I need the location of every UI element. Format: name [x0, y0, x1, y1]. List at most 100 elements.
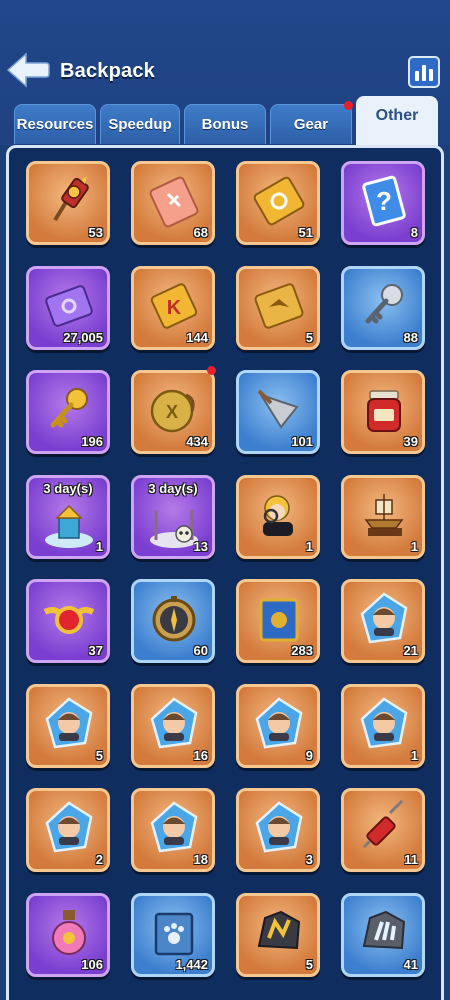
item-quantity: 37	[88, 643, 103, 658]
item-grid: 53 68 51? 8 27,005 K 144 5 88 196 X 434 101 39 3 day(s…	[9, 148, 441, 1000]
gold-k-ticket-icon: K	[146, 277, 202, 333]
back-arrow-icon[interactable]	[6, 52, 50, 88]
item-slot[interactable]: 37	[26, 579, 110, 663]
tab-resources[interactable]: Resources	[14, 104, 96, 144]
tab-other[interactable]: Other	[356, 96, 438, 146]
item-quantity: 27,005	[63, 329, 103, 345]
silver-ore-icon	[356, 904, 412, 960]
item-quantity: 106	[81, 956, 103, 972]
pink-potion-icon	[41, 904, 97, 960]
item-slot[interactable]: 9	[236, 683, 320, 768]
tab-label: Bonus	[201, 116, 249, 133]
page-title: Backpack	[60, 60, 155, 82]
item-slot[interactable]: 101	[236, 370, 320, 454]
item-quantity: 18	[193, 852, 208, 867]
tab-bonus[interactable]: Bonus	[184, 104, 266, 144]
tab-speedup[interactable]: Speedup	[100, 104, 180, 144]
notification-dot	[207, 366, 216, 375]
item-slot[interactable]: 3	[236, 788, 320, 872]
mystery-card-icon: ?	[356, 172, 412, 228]
item-slot[interactable]: 68	[131, 161, 215, 245]
paw-book-icon	[146, 904, 202, 960]
silver-key-icon	[356, 277, 412, 333]
item-quantity: 53	[88, 225, 103, 240]
svg-text:X: X	[166, 402, 178, 422]
hero-shard-icon	[251, 695, 307, 751]
hero-shard-icon	[356, 695, 412, 751]
tab-label: Other	[375, 107, 419, 124]
item-quantity: 11	[404, 852, 418, 867]
hero-shard-icon	[146, 799, 202, 855]
item-quantity: 1	[305, 538, 313, 554]
item-slot[interactable]: 39	[341, 370, 425, 454]
item-slot[interactable]: 27,005	[26, 265, 110, 350]
item-slot[interactable]: X 434	[131, 370, 215, 454]
item-slot[interactable]: 2	[26, 788, 110, 872]
item-slot[interactable]: 5	[26, 683, 110, 768]
item-quantity: 41	[403, 956, 418, 972]
item-slot[interactable]: ? 8	[341, 161, 425, 245]
tab-bar: Resources Speedup Bonus Gear Other	[12, 96, 438, 146]
item-slot[interactable]: K 144	[131, 265, 215, 350]
item-slot[interactable]: 3 day(s) 13	[131, 474, 215, 559]
purple-ticket-icon	[41, 277, 97, 333]
item-slot[interactable]: 3 day(s) 1	[26, 474, 110, 559]
item-quantity: 13	[193, 538, 208, 554]
item-quantity: 1	[95, 538, 103, 554]
item-slot[interactable]: 16	[131, 683, 215, 768]
tab-label: Speedup	[108, 116, 172, 133]
winged-medal-icon	[41, 590, 97, 646]
hero-shard-icon	[356, 590, 412, 646]
item-slot[interactable]: 60	[131, 579, 215, 663]
item-slot[interactable]: 11	[341, 788, 425, 872]
item-slot[interactable]: 18	[131, 788, 215, 872]
item-slot[interactable]: 51	[236, 161, 320, 245]
item-quantity: 68	[193, 225, 208, 240]
item-slot[interactable]: 21	[341, 579, 425, 663]
tab-gear[interactable]: Gear	[270, 101, 353, 144]
item-quantity: 101	[291, 434, 313, 449]
hero-shard-icon	[41, 799, 97, 855]
item-slot[interactable]: 196	[26, 370, 110, 454]
item-quantity: 88	[403, 329, 418, 345]
gold-ore-icon	[251, 904, 307, 960]
item-quantity: 1	[410, 747, 418, 763]
syringe-icon	[356, 799, 412, 855]
gold-bird-ticket-icon	[251, 277, 307, 333]
svg-text:?: ?	[376, 186, 392, 216]
item-slot[interactable]: 88	[341, 265, 425, 350]
item-slot[interactable]: 1	[341, 683, 425, 768]
item-quantity: 9	[305, 747, 313, 763]
item-quantity: 5	[305, 956, 313, 972]
item-slot[interactable]: 106	[26, 892, 110, 977]
gold-ticket-icon	[251, 172, 307, 228]
blue-book-icon	[251, 590, 307, 646]
item-slot[interactable]: 283	[236, 579, 320, 663]
item-slot[interactable]: 1	[341, 474, 425, 559]
item-quantity: 5	[95, 747, 103, 763]
pink-ticket-icon	[146, 172, 202, 228]
item-quantity: 51	[298, 225, 313, 240]
tab-label: Resources	[16, 116, 94, 133]
item-slot[interactable]: 1	[236, 474, 320, 559]
item-slot[interactable]: 41	[341, 892, 425, 977]
item-quantity: 8	[410, 225, 418, 240]
item-quantity: 196	[81, 434, 103, 449]
item-slot[interactable]: 5	[236, 892, 320, 977]
hero-shard-icon	[146, 695, 202, 751]
item-quantity: 39	[403, 434, 418, 449]
firework-rocket-icon	[41, 172, 97, 228]
bar-chart-icon[interactable]	[408, 56, 440, 88]
item-quantity: 1	[410, 538, 418, 554]
item-panel: 53 68 51? 8 27,005 K 144 5 88 196 X 434 101 39 3 day(s…	[6, 145, 444, 1000]
gold-key-icon	[41, 381, 97, 437]
hero-shard-icon	[41, 695, 97, 751]
item-duration: 3 day(s)	[43, 480, 93, 496]
item-quantity: 3	[305, 852, 313, 867]
item-slot[interactable]: 1,442	[131, 892, 215, 977]
item-slot[interactable]: 53	[26, 161, 110, 245]
item-slot[interactable]: 5	[236, 265, 320, 350]
item-quantity: 2	[95, 852, 103, 867]
compass-icon	[146, 590, 202, 646]
castle-skin-icon	[41, 496, 97, 552]
